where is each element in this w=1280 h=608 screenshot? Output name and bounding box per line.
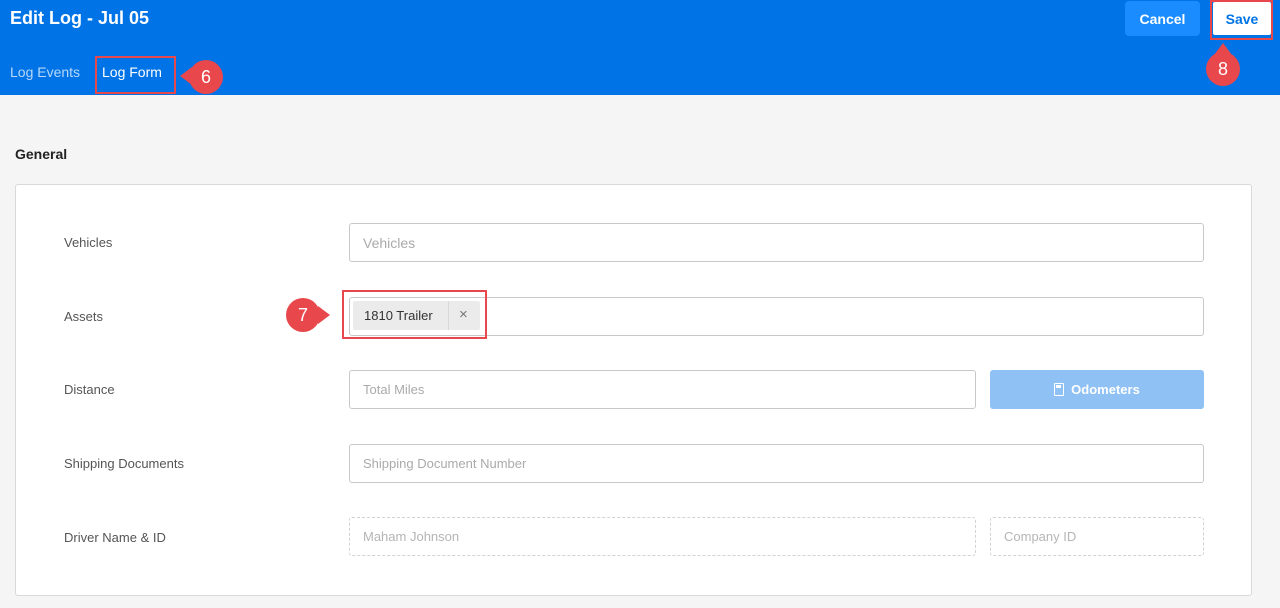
shipping-document-input[interactable]: Shipping Document Number xyxy=(349,444,1204,483)
callout-7: 7 xyxy=(286,298,320,332)
cancel-button[interactable]: Cancel xyxy=(1125,1,1200,36)
assets-label: Assets xyxy=(64,309,104,324)
save-highlight-box xyxy=(1210,0,1273,40)
shipping-documents-label: Shipping Documents xyxy=(64,456,184,471)
callout-7-pointer xyxy=(318,306,330,324)
page-title: Edit Log - Jul 05 xyxy=(10,8,150,28)
odometers-button[interactable]: Odometers xyxy=(990,370,1204,409)
vehicles-label: Vehicles xyxy=(64,235,113,250)
callout-6: 6 xyxy=(189,60,223,94)
company-id-field: Company ID xyxy=(990,517,1204,556)
callout-8: 8 xyxy=(1206,52,1240,86)
distance-label: Distance xyxy=(64,382,115,397)
section-title-general: General xyxy=(15,146,68,162)
vehicles-input[interactable]: Vehicles xyxy=(349,223,1204,262)
driver-name-field: Maham Johnson xyxy=(349,517,976,556)
calculator-icon xyxy=(1054,383,1065,396)
asset-highlight-box xyxy=(342,290,487,339)
odometers-label: Odometers xyxy=(1071,382,1140,397)
total-miles-input[interactable]: Total Miles xyxy=(349,370,976,409)
tab-highlight-box xyxy=(95,56,176,94)
driver-name-id-label: Driver Name & ID xyxy=(64,530,166,545)
tab-log-events[interactable]: Log Events xyxy=(10,64,80,80)
